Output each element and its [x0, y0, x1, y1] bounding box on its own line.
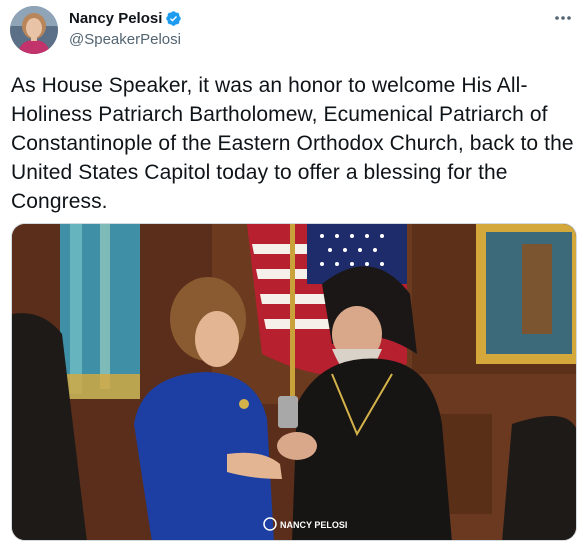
- author-handle[interactable]: @SpeakerPelosi: [69, 31, 181, 48]
- photo-scene: NANCY PELOSI: [12, 224, 576, 540]
- author-name-row: Nancy Pelosi: [69, 10, 182, 27]
- tweet-text: As House Speaker, it was an honor to wel…: [11, 74, 574, 213]
- display-name[interactable]: Nancy Pelosi: [69, 10, 162, 27]
- more-options-icon[interactable]: [553, 8, 573, 28]
- avatar[interactable]: [10, 6, 58, 54]
- tweet-photo[interactable]: NANCY PELOSI: [11, 223, 577, 541]
- tweet-card: Nancy Pelosi @SpeakerPelosi As House Spe…: [0, 0, 587, 551]
- avatar-photo: [10, 6, 58, 54]
- watermark-text: NANCY PELOSI: [280, 520, 347, 530]
- verified-badge-icon: [165, 10, 182, 27]
